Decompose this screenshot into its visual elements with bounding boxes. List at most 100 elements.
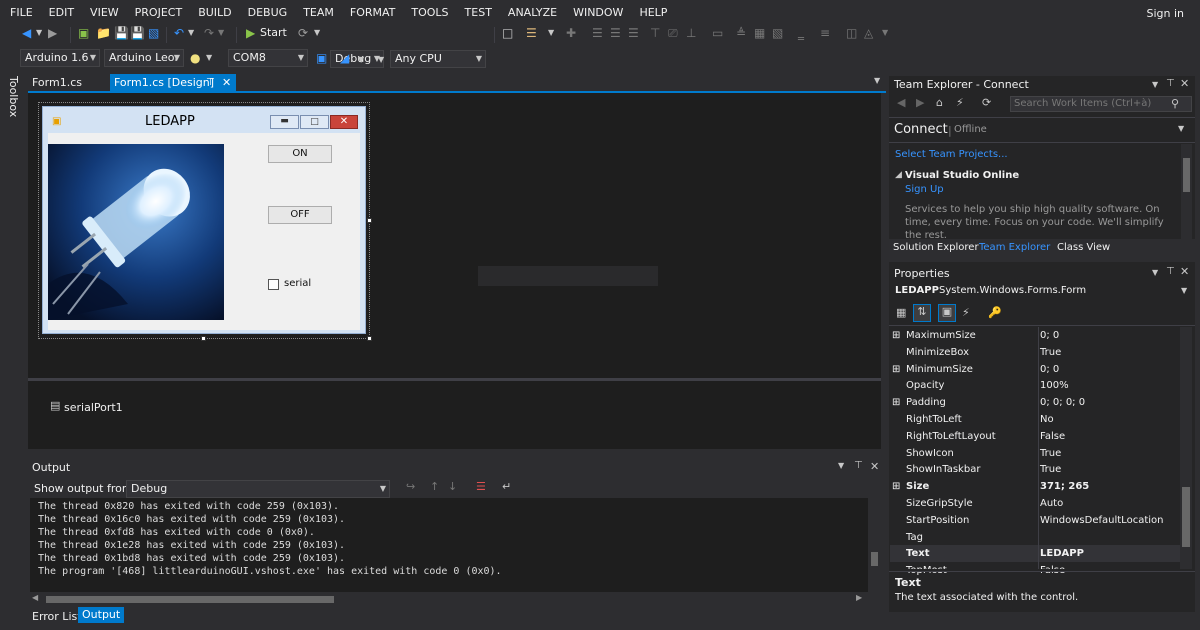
output-source-dropdown[interactable]: Debug ▼ [126,480,390,498]
te-forward-icon[interactable]: ▶ [916,96,924,109]
toolbox-tab[interactable]: Toolbox [0,70,25,630]
categorized-icon[interactable]: ▦ [896,306,906,319]
find-dropdown-icon[interactable]: ▼ [548,24,554,42]
select-team-projects-link[interactable]: Select Team Projects... [895,149,1008,160]
upload-icon[interactable]: ◢ [340,49,349,67]
undo-icon[interactable]: ↶ [174,24,184,42]
redo-icon[interactable]: ↷ [204,24,214,42]
lightbulb-icon[interactable]: ● [190,49,200,67]
menu-file[interactable]: FILE [2,0,41,26]
property-row[interactable]: MinimizeBox True [890,344,1192,361]
output-hscroll-thumb[interactable] [46,596,334,603]
props-scroll-thumb[interactable] [1182,487,1190,547]
tab-output[interactable]: Output [78,607,125,623]
property-row[interactable]: SizeGripStyle Auto [890,495,1192,512]
hspace-icon[interactable]: ‗ [798,24,804,42]
pin-icon[interactable]: ⊤ [206,74,215,91]
expand-icon[interactable]: ⊞ [892,327,900,344]
te-dropdown-icon[interactable]: ▼ [1152,80,1158,89]
te-refresh-icon[interactable]: ⟳ [982,96,991,109]
menu-view[interactable]: VIEW [82,0,127,26]
tab-form1-design[interactable]: Form1.cs [Design] ⊤ ✕ [110,74,236,91]
te-pin-icon[interactable]: ⊤ [1166,78,1175,89]
te-close-icon[interactable]: ✕ [1180,77,1189,90]
property-value[interactable]: True [1040,344,1061,361]
off-button[interactable]: OFF [268,206,332,224]
alphabetical-icon[interactable]: ⇅ [913,304,931,322]
maximize-button[interactable]: □ [300,115,329,129]
open-file-icon[interactable]: 📁 [96,24,111,42]
props-pin-icon[interactable]: ⊤ [1166,266,1175,277]
property-pages-icon[interactable]: 🔑 [988,306,1002,319]
props-dropdown-icon[interactable]: ▼ [1152,268,1158,277]
minimize-button[interactable]: ▬ [270,115,299,129]
tab-solution-explorer[interactable]: Solution Explorer [893,242,979,253]
sign-up-link[interactable]: Sign Up [905,184,944,195]
device-icon[interactable]: □ [502,24,513,42]
property-row[interactable]: StartPosition WindowsDefaultLocation [890,512,1192,529]
expand-icon[interactable]: ⊞ [892,361,900,378]
property-value[interactable]: False [1040,428,1065,445]
property-value[interactable]: LEDAPP [1040,545,1084,562]
align-bottoms-icon[interactable]: ⊥ [686,24,696,42]
save-icon[interactable]: 💾 [114,24,129,42]
property-row[interactable]: ⊞ MaximumSize 0; 0 [890,327,1192,344]
layout-icon[interactable]: ✚ [566,24,576,42]
save-all-icon[interactable]: 💾 [130,24,145,42]
te-connect-dropdown-icon[interactable]: ▼ [1178,124,1184,133]
property-value[interactable]: WindowsDefaultLocation [1040,512,1163,529]
menu-debug[interactable]: DEBUG [240,0,296,26]
align-centers-icon[interactable]: ☰ [610,24,621,42]
property-value[interactable]: 0; 0 [1040,361,1059,378]
next-message-icon[interactable]: ↓ [448,480,457,493]
menu-help[interactable]: HELP [631,0,675,26]
property-row[interactable]: ShowIcon True [890,445,1192,462]
serialport-component[interactable]: serialPort1 [64,401,123,414]
vso-expand-icon[interactable]: ◢ [895,170,902,180]
serial-checkbox[interactable] [268,279,279,290]
new-project-icon[interactable]: ▣ [78,24,89,42]
te-home-icon[interactable]: ⌂ [936,96,943,109]
prev-message-icon[interactable]: ↑ [430,480,439,493]
property-row[interactable]: ⊞ Size 371; 265 [890,478,1192,495]
property-row[interactable]: ⊞ MinimumSize 0; 0 [890,361,1192,378]
on-button[interactable]: ON [268,145,332,163]
property-row[interactable]: ShowInTaskbar True [890,461,1192,478]
output-dropdown-icon[interactable]: ▼ [838,461,844,470]
te-scroll-thumb[interactable] [1183,158,1190,192]
tab-class-view[interactable]: Class View [1057,242,1110,253]
bring-front-icon[interactable]: ◫ [846,24,857,42]
property-value[interactable]: Auto [1040,495,1063,512]
menu-edit[interactable]: EDIT [41,0,82,26]
board2-dropdown[interactable]: Arduino Leor ▼ [104,49,184,67]
te-back-icon[interactable]: ◀ [897,96,905,109]
redo-dropdown-icon[interactable]: ▼ [218,24,224,42]
refresh-icon[interactable]: ⟳ [298,24,308,42]
overflow-icon[interactable]: ▼ [882,24,888,42]
property-row[interactable]: Tag [890,529,1192,546]
align-middles-icon[interactable]: ⎚ [668,24,678,42]
output-pin-icon[interactable]: ⊤ [854,460,863,471]
start-dropdown-icon[interactable]: ▼ [314,24,320,42]
property-value[interactable]: 100% [1040,377,1069,394]
close-button[interactable]: ✕ [330,115,358,129]
resize-handle-corner[interactable] [367,336,372,341]
events-icon[interactable]: ⚡ [962,306,970,319]
menu-format[interactable]: FORMAT [342,0,404,26]
menu-build[interactable]: BUILD [190,0,239,26]
forward-icon[interactable]: ▶ [48,24,57,42]
property-value[interactable]: True [1040,461,1061,478]
menu-test[interactable]: TEST [457,0,500,26]
tab-overflow-icon[interactable]: ▼ [874,76,880,85]
back-dropdown-icon[interactable]: ▼ [36,24,42,42]
props-object-selector[interactable]: LEDAPP System.Windows.Forms.Form ▼ [891,284,1193,300]
goto-location-icon[interactable]: ↪ [406,480,415,493]
property-row[interactable]: RightToLeft No [890,411,1192,428]
menu-team[interactable]: TEAM [295,0,342,26]
menu-analyze[interactable]: ANALYZE [500,0,565,26]
overflow-icon-2[interactable]: ▼ [378,51,384,69]
props-scrollbar[interactable] [1180,327,1192,569]
expand-icon[interactable]: ⊞ [892,478,900,495]
close-tab-icon[interactable]: ✕ [222,74,231,91]
output-vscroll-thumb[interactable] [871,552,878,566]
